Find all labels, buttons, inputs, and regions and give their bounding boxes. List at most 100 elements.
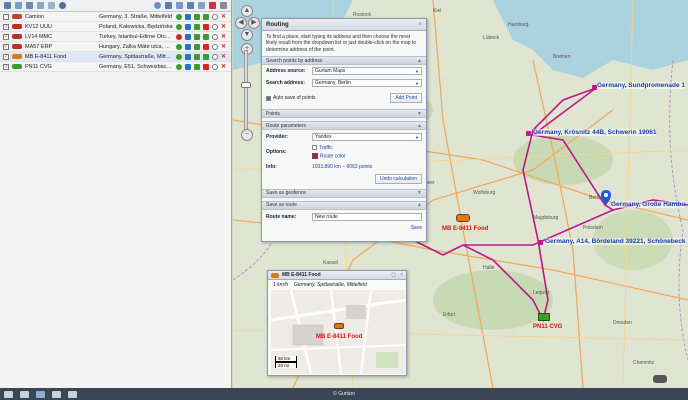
town-label: Chemnitz (633, 360, 655, 366)
provider-select[interactable]: Yandex ▼ (312, 133, 422, 142)
popup-minimap[interactable]: MB E-8411 Food 50 km 20 mi (271, 290, 405, 374)
motion-icon[interactable] (176, 2, 183, 9)
truck-icon[interactable] (456, 214, 470, 222)
truck-icon[interactable] (52, 390, 61, 398)
delete-icon[interactable]: ✕ (221, 23, 227, 30)
unit-row[interactable]: Camion Germany, 3. Straße, Mittelfeld ✕ (0, 12, 231, 22)
section-search-label: Search points by address (266, 57, 323, 64)
panel-icon[interactable] (20, 390, 29, 398)
truck-icon[interactable] (334, 323, 344, 329)
truck-icon[interactable] (653, 375, 667, 383)
pan-up-icon[interactable]: ▲ (241, 5, 253, 17)
delete-all-icon[interactable] (209, 2, 216, 9)
sort-icon[interactable] (15, 2, 22, 9)
pan-right-icon[interactable]: ▶ (248, 17, 260, 29)
locate-icon[interactable] (212, 43, 218, 50)
town-label: Magdeburg (533, 215, 559, 221)
units-toolbar (0, 0, 231, 12)
locate-icon[interactable] (212, 33, 218, 40)
more-icon[interactable] (220, 2, 227, 9)
zoom-slider-track[interactable] (244, 50, 248, 132)
unit-name[interactable]: PN11 CVG (25, 64, 99, 70)
options-group: Traffic Route color (312, 145, 346, 160)
unit-name[interactable]: MB E-8411 Food (25, 54, 99, 60)
unit-checkbox[interactable]: ✓ (3, 63, 9, 70)
truck-icon (12, 14, 22, 19)
pan-left-icon[interactable]: ◀ (235, 17, 247, 29)
delete-icon[interactable]: ✕ (221, 13, 227, 20)
delete-icon[interactable]: ✕ (221, 63, 227, 70)
unit-name[interactable]: KV12 UUU (25, 24, 99, 30)
unit-row[interactable]: ✓ PN11 CVG Germany, E51, Schweizbachs... ✕ (0, 62, 231, 72)
close-icon[interactable]: × (418, 22, 422, 28)
route-color-swatch[interactable] (312, 153, 318, 160)
locate-icon[interactable] (212, 23, 218, 30)
town-label: Potsdam (583, 225, 603, 231)
command-icon[interactable] (198, 2, 205, 9)
filter-icon[interactable] (37, 2, 44, 9)
popup-title: MB E-8411 Food (282, 272, 321, 278)
units-panel: Camion Germany, 3. Straße, Mittelfeld ✕ ✓ KV… (0, 0, 232, 388)
unit-checkbox[interactable]: ✓ (3, 23, 9, 30)
section-search[interactable]: Search points by address ▲ (262, 56, 426, 66)
zoom-slider-thumb[interactable] (241, 82, 251, 88)
locate-icon[interactable] (212, 63, 218, 70)
tracks-icon[interactable] (68, 390, 77, 398)
zoom-out-button[interactable]: − (241, 129, 253, 141)
layout-icon[interactable] (4, 390, 13, 398)
sensor-icon (203, 13, 209, 20)
unit-row[interactable]: ✓ MB E-8411 Food Germany, Spittastraße, Mi… (0, 52, 231, 62)
close-icon[interactable]: × (400, 272, 403, 278)
route-name-input[interactable]: New route (312, 212, 422, 221)
locate-icon[interactable] (59, 2, 66, 9)
address-source-select[interactable]: Gurtam Maps ▼ (312, 67, 422, 76)
save-button[interactable]: Save (411, 225, 422, 231)
delete-icon[interactable]: ✕ (221, 53, 227, 60)
sensor-icon[interactable] (187, 2, 194, 9)
unit-name[interactable]: Camion (25, 14, 99, 20)
connection-icon[interactable] (165, 2, 172, 9)
motion-state-icon (176, 53, 182, 60)
locate-icon[interactable] (212, 53, 218, 60)
select-all-icon[interactable] (4, 2, 11, 9)
route-name-row: Route name: New route (262, 210, 426, 223)
unit-name[interactable]: MA57 ERP (25, 44, 99, 50)
delete-icon[interactable]: ✕ (221, 33, 227, 40)
search-address-value: Germany, Berlin (315, 80, 351, 87)
unit-checkbox[interactable]: ✓ (3, 53, 9, 60)
motion-state-icon (176, 33, 182, 40)
section-geofence[interactable]: Save as geofence ▼ (262, 188, 426, 198)
unit-row[interactable]: ✓ KV12 UUU Poland, Katowicka, Będzińska ✕ (0, 22, 231, 32)
route-color-label: Route color (320, 153, 346, 160)
column-icon[interactable] (48, 2, 55, 9)
section-save-route[interactable]: Save as route ▲ (262, 200, 426, 210)
location-pin-icon[interactable] (601, 190, 611, 206)
signal-icon (194, 33, 200, 40)
search-icon[interactable] (154, 2, 161, 9)
section-params-label: Route parameters (266, 122, 307, 129)
pan-down-icon[interactable]: ▼ (241, 29, 253, 41)
section-params[interactable]: Route parameters ▲ (262, 121, 426, 131)
search-address-input[interactable]: Germany, Berlin ▼ (312, 79, 422, 88)
route-point-marker[interactable] (538, 240, 543, 245)
add-point-button[interactable]: Add Point (390, 93, 422, 104)
unit-checkbox[interactable]: ✓ (3, 33, 9, 40)
unit-checkbox[interactable]: ✓ (3, 43, 9, 50)
unit-row[interactable]: ✓ MA57 ERP Hungary, Zalka Máté utca, N... ✕ (0, 42, 231, 52)
unit-name[interactable]: LV14 MMC (25, 34, 99, 40)
truck-icon (12, 54, 22, 59)
undo-calculation-button[interactable]: Undo calculation (375, 173, 422, 184)
unit-row[interactable]: ✓ LV14 MMC Turkey, İstanbul-Edirne Otoyolu… (0, 32, 231, 42)
traffic-checkbox[interactable] (312, 145, 317, 151)
route-point-marker[interactable] (526, 131, 531, 136)
unit-checkbox[interactable] (3, 13, 9, 20)
routing-header: Routing × (262, 19, 426, 31)
group-icon[interactable] (26, 2, 33, 9)
delete-icon[interactable]: ✕ (221, 43, 227, 50)
locate-icon[interactable] (212, 13, 218, 20)
pin-icon[interactable]: ▢ (391, 272, 396, 278)
autosave-checkbox[interactable] (266, 95, 271, 101)
truck-icon[interactable] (538, 313, 550, 321)
monitoring-icon[interactable] (36, 390, 45, 398)
section-points[interactable]: Points ▼ (262, 109, 426, 119)
